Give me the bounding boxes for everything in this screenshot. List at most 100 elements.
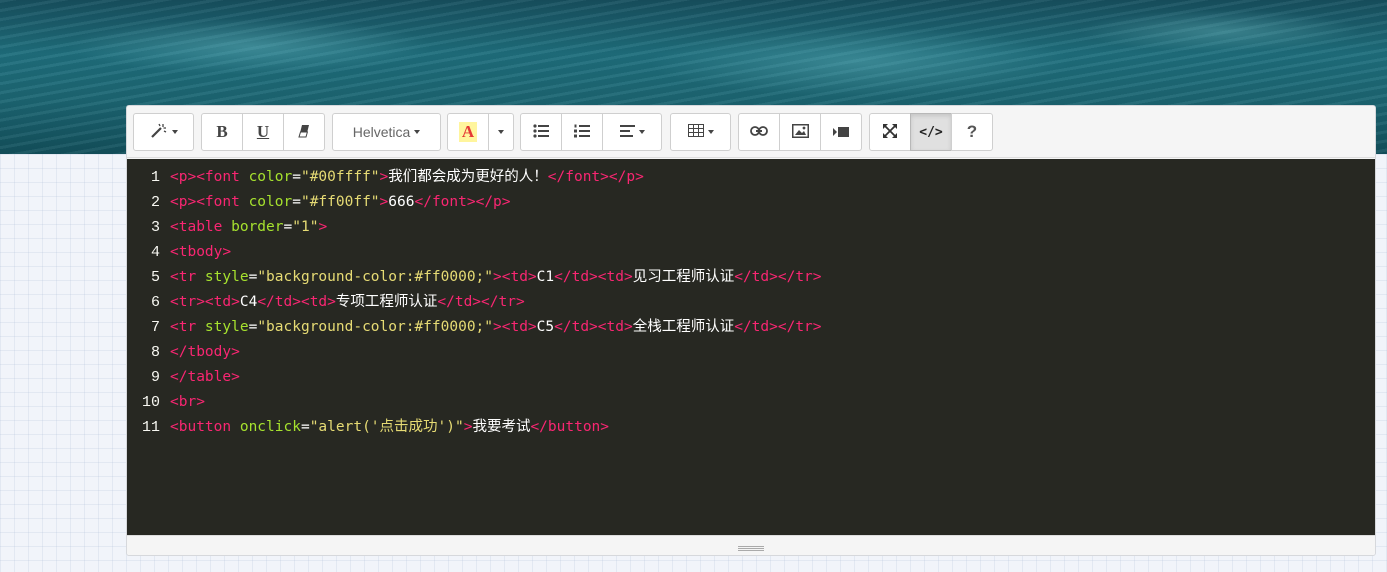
underline-icon: U bbox=[256, 122, 270, 141]
chevron-down-icon bbox=[414, 130, 421, 134]
insert-image-button[interactable] bbox=[779, 113, 821, 151]
code-view-button[interactable]: </> bbox=[910, 113, 952, 151]
line-number: 8 bbox=[150, 344, 160, 361]
view-group: </> ? bbox=[869, 113, 993, 151]
code-view-textarea[interactable]: 1 <p><font color="#00ffff">我们都会成为更好的人！</f… bbox=[127, 159, 1375, 535]
chevron-down-icon bbox=[171, 130, 178, 134]
rich-text-editor: B U Helvetica A </> ? 1 <p><font color="… bbox=[126, 105, 1376, 556]
code-token: 全栈工程师认证 bbox=[632, 319, 735, 335]
line-number: 11 bbox=[141, 419, 160, 436]
code-token: 专项工程师认证 bbox=[335, 294, 438, 310]
paragraph-align-dropdown[interactable] bbox=[602, 113, 662, 151]
line-number: 1 bbox=[150, 169, 160, 186]
help-icon: ? bbox=[966, 122, 978, 141]
line-number: 7 bbox=[150, 319, 160, 336]
code-token: = bbox=[248, 269, 258, 285]
code-token: <tr bbox=[170, 269, 205, 285]
help-button[interactable]: ? bbox=[951, 113, 993, 151]
code-token: "#00ffff" bbox=[300, 169, 380, 185]
ordered-list-button[interactable] bbox=[561, 113, 603, 151]
line-number: 3 bbox=[150, 219, 160, 236]
code-token: 我们都会成为更好的人！ bbox=[388, 169, 548, 185]
code-token: = bbox=[283, 219, 293, 235]
code-line: 8 </tbody> bbox=[127, 340, 1375, 365]
table-icon bbox=[687, 124, 704, 140]
fullscreen-icon bbox=[883, 123, 897, 141]
code-token: = bbox=[292, 194, 301, 210]
code-token: </tbody> bbox=[170, 344, 240, 360]
code-token: <tbody> bbox=[170, 244, 232, 260]
insert-link-button[interactable] bbox=[738, 113, 780, 151]
code-line: 5 <tr style="background-color:#ff0000;"><… bbox=[127, 265, 1375, 290]
numbered-list-icon bbox=[574, 124, 590, 141]
code-token: ><td> bbox=[493, 269, 537, 285]
code-token: "alert('点击成功')" bbox=[309, 419, 464, 435]
code-token: "#ff00ff" bbox=[300, 194, 380, 210]
link-icon bbox=[750, 124, 768, 140]
table-dropdown-button[interactable] bbox=[670, 113, 731, 151]
font-style-group: B U bbox=[201, 113, 325, 151]
editor-toolbar: B U Helvetica A </> ? bbox=[127, 106, 1375, 158]
font-name-label: Helvetica bbox=[352, 124, 411, 140]
code-token: 666 bbox=[388, 194, 415, 210]
chevron-down-icon bbox=[638, 130, 645, 134]
code-token: = bbox=[248, 319, 258, 335]
unordered-list-button[interactable] bbox=[520, 113, 562, 151]
magic-wand-icon bbox=[150, 123, 168, 142]
code-view-icon: </> bbox=[919, 124, 943, 140]
eraser-icon bbox=[297, 124, 311, 141]
underline-button[interactable]: U bbox=[242, 113, 284, 151]
code-token: <br> bbox=[170, 394, 205, 410]
video-icon bbox=[833, 124, 849, 140]
code-line: 1 <p><font color="#00ffff">我们都会成为更好的人！</f… bbox=[127, 165, 1375, 190]
line-number: 6 bbox=[150, 294, 160, 311]
paragraph-group bbox=[520, 113, 662, 151]
font-color-icon: A bbox=[458, 122, 478, 142]
line-number: 2 bbox=[150, 194, 160, 211]
code-token: > bbox=[379, 169, 389, 185]
line-number: 5 bbox=[150, 269, 160, 286]
code-line: 11 <button onclick="alert('点击成功')">我要考试</… bbox=[127, 415, 1375, 440]
chevron-down-icon bbox=[498, 130, 504, 134]
code-token: </td><td> bbox=[554, 319, 633, 335]
code-token: > bbox=[318, 219, 328, 235]
align-left-icon bbox=[619, 124, 635, 140]
bold-icon: B bbox=[216, 122, 228, 141]
code-token: color bbox=[248, 169, 293, 185]
code-token: </td><td> bbox=[554, 269, 633, 285]
code-token: "1" bbox=[292, 219, 319, 235]
font-name-dropdown[interactable]: Helvetica bbox=[332, 113, 441, 151]
color-dropdown-button[interactable] bbox=[488, 113, 514, 151]
code-token: </font></p> bbox=[414, 194, 511, 210]
code-token: onclick bbox=[239, 419, 301, 435]
code-token: style bbox=[204, 269, 249, 285]
style-dropdown-button[interactable] bbox=[133, 113, 194, 151]
font-name-group: Helvetica bbox=[332, 113, 441, 151]
code-token: color bbox=[248, 194, 293, 210]
resize-handle-icon[interactable] bbox=[738, 546, 764, 551]
code-token: style bbox=[204, 319, 249, 335]
insert-video-button[interactable] bbox=[820, 113, 862, 151]
code-line: 2 <p><font color="#ff00ff">666</font></p> bbox=[127, 190, 1375, 215]
recent-color-button[interactable]: A bbox=[447, 113, 489, 151]
code-token: "background-color:#ff0000;" bbox=[257, 269, 494, 285]
editor-statusbar bbox=[127, 535, 1375, 555]
code-token: 见习工程师认证 bbox=[632, 269, 735, 285]
code-token: </table> bbox=[170, 369, 240, 385]
bold-button[interactable]: B bbox=[201, 113, 243, 151]
code-token: ><td> bbox=[493, 319, 537, 335]
code-token: "background-color:#ff0000;" bbox=[257, 319, 494, 335]
fullscreen-button[interactable] bbox=[869, 113, 911, 151]
code-token: border bbox=[231, 219, 284, 235]
insert-group bbox=[738, 113, 862, 151]
code-token: C4 bbox=[239, 294, 258, 310]
chevron-down-icon bbox=[707, 130, 714, 134]
line-number: 4 bbox=[150, 244, 160, 261]
clear-format-button[interactable] bbox=[283, 113, 325, 151]
code-token: </button> bbox=[530, 419, 610, 435]
code-token: </td></tr> bbox=[734, 319, 822, 335]
code-token: C5 bbox=[536, 319, 555, 335]
code-line: 3 <table border="1"> bbox=[127, 215, 1375, 240]
code-token: C1 bbox=[536, 269, 555, 285]
code-token: </td><td> bbox=[257, 294, 336, 310]
